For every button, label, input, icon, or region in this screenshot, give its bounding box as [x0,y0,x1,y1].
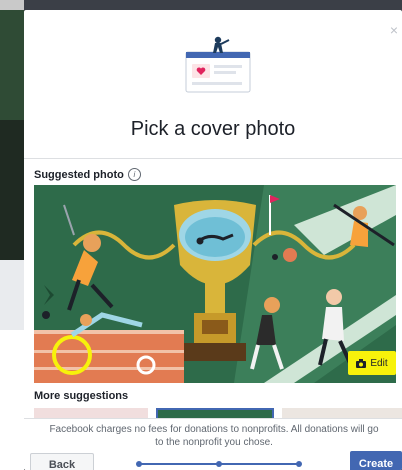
dialog-title: Pick a cover photo [130,118,296,140]
more-suggestions-label: More suggestions [34,390,129,402]
step-progress [136,461,302,467]
suggested-photo-header: Suggested photo i [34,168,141,181]
background-top-bar [0,0,402,10]
suggested-photo-label: Suggested photo [34,168,124,181]
divider [24,158,402,159]
dialog-footer: Facebook charges no fees for donations t… [24,418,402,470]
edit-cover-photo-button[interactable]: Edit [348,351,396,375]
background-page [0,0,24,470]
step-dot-3 [296,461,302,467]
fundraiser-illustration [185,36,251,93]
camera-icon [356,358,367,368]
step-dot-1 [136,461,142,467]
suggested-cover-photo[interactable] [34,185,396,383]
fees-notice: Facebook charges no fees for donations t… [49,424,379,448]
step-dot-2 [216,461,222,467]
create-button[interactable]: Create [350,451,402,470]
info-icon[interactable]: i [127,168,141,181]
back-button[interactable]: Back [30,453,94,470]
cover-photo-dialog: × Pick a cover photo Suggested photo i E… [24,10,402,470]
edit-label: Edit [370,357,388,369]
close-icon[interactable]: × [390,22,398,38]
